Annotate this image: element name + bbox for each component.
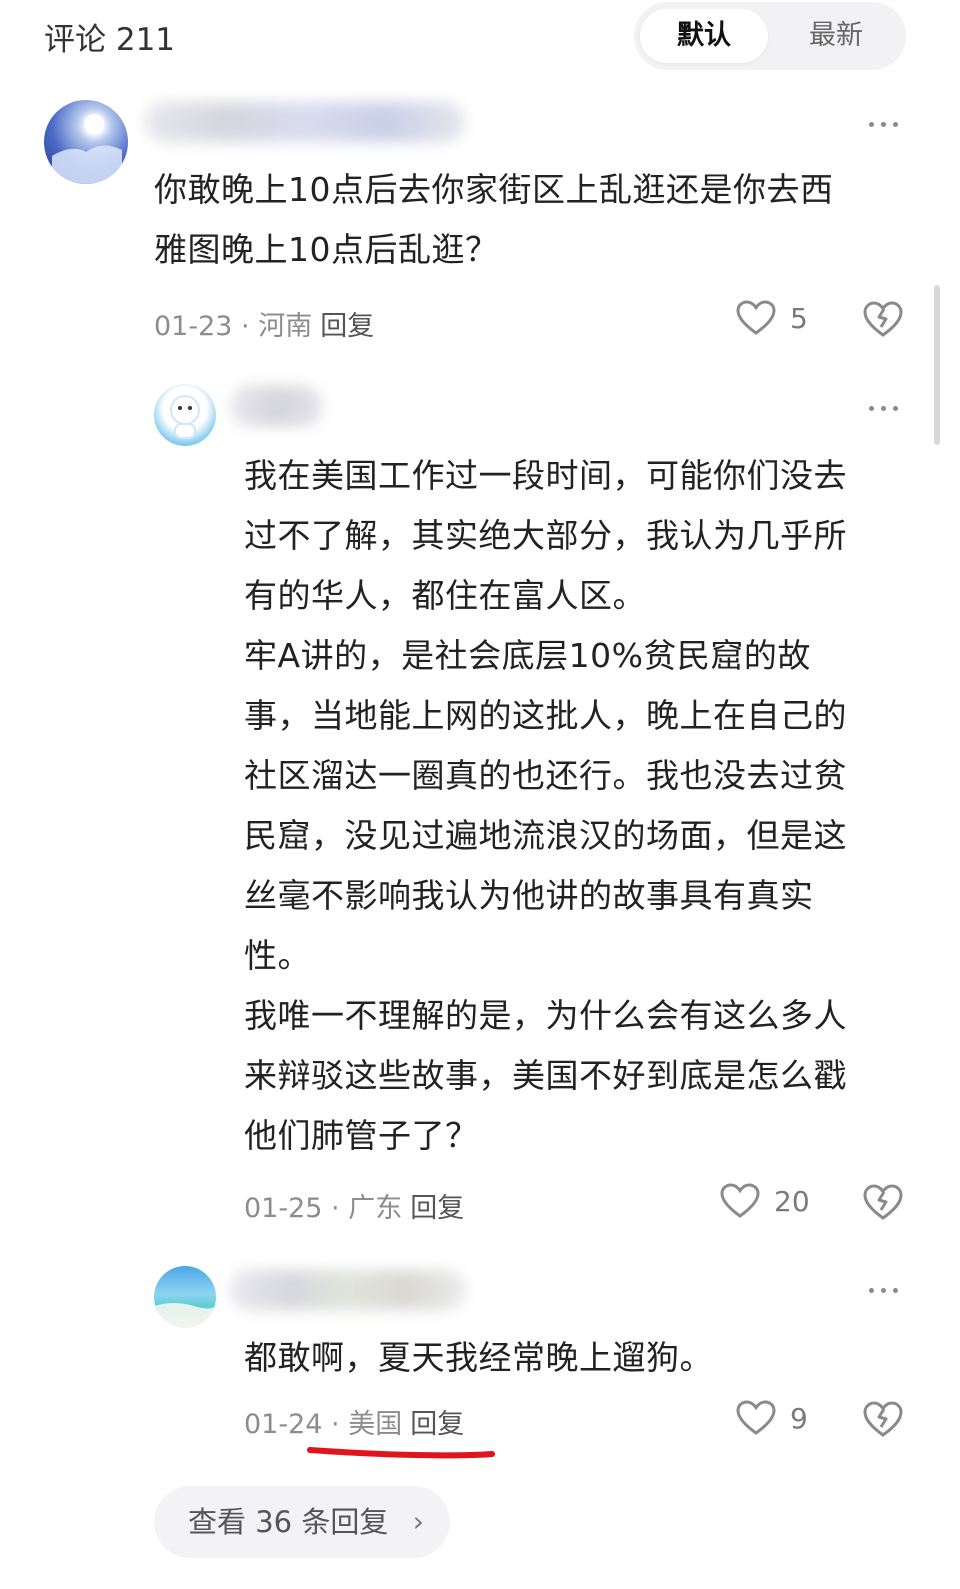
comment-text-line: 雅图晚上10点后乱逛？ [154, 230, 499, 269]
comment-date: 01-25 [244, 1193, 323, 1224]
reply-button[interactable]: 回复 [320, 311, 374, 342]
sort-default-tab[interactable]: 默认 [640, 9, 768, 63]
comment-meta: 01-25 · 广东 回复 [244, 1193, 465, 1224]
more-icon[interactable] [864, 114, 904, 134]
comment-meta: 01-23 · 河南 回复 [154, 311, 375, 342]
comment-text-line: 他们肺管子了？ [244, 1116, 479, 1155]
avatar[interactable] [44, 100, 128, 184]
more-icon[interactable] [864, 398, 904, 418]
comment-text-line: 事，当地能上网的这批人，晚上在自己的 [244, 696, 847, 735]
comment-date: 01-23 [154, 311, 233, 342]
comment-date: 01-24 [244, 1409, 323, 1440]
view-more-replies-button[interactable]: 查看 36 条回复 › [154, 1486, 450, 1558]
comment-text-line: 都敢啊，夏天我经常晚上遛狗。 [244, 1338, 713, 1377]
comment-text-line: 你敢晚上10点后去你家街区上乱逛还是你去西 [154, 170, 834, 209]
comment-text-line: 我在美国工作过一段时间，可能你们没去 [244, 456, 847, 495]
chevron-right-icon: › [412, 1505, 424, 1538]
comment-text-line: 牢A讲的，是社会底层10%贫民窟的故 [244, 636, 811, 675]
broken-heart-icon[interactable] [862, 1182, 904, 1222]
comment-text-line: 民窟，没见过遍地流浪汉的场面，但是这 [244, 816, 847, 855]
like-count: 5 [790, 301, 808, 335]
sort-latest-tab[interactable]: 最新 [772, 9, 900, 63]
avatar-image [52, 114, 122, 184]
like-button[interactable]: 5 [736, 300, 808, 336]
comment-location: 河南 [258, 311, 313, 342]
heart-icon [736, 300, 776, 335]
like-count: 20 [774, 1184, 810, 1218]
comments-header: 评论 211 默认 最新 [0, 0, 960, 80]
comment-text-line: 性。 [244, 936, 311, 975]
like-button[interactable]: 9 [736, 1400, 808, 1436]
username-blurred [230, 1270, 466, 1310]
view-replies-label: 查看 36 条回复 [188, 1505, 389, 1539]
heart-icon [736, 1400, 776, 1435]
comment-text-line: 社区溜达一圈真的也还行。我也没去过贫 [244, 756, 847, 795]
avatar-image [170, 395, 200, 439]
comment-text-line: 我唯一不理解的是，为什么会有这么多人 [244, 996, 847, 1035]
like-button[interactable]: 20 [720, 1183, 810, 1219]
broken-heart-icon[interactable] [862, 1399, 904, 1439]
username-blurred [145, 102, 465, 142]
heart-icon [720, 1183, 760, 1218]
comment-location: 广东 [348, 1193, 403, 1224]
comment-location: 美国 [348, 1409, 403, 1440]
comment-text-line: 过不了解，其实绝大部分，我认为几乎所 [244, 516, 847, 555]
avatar[interactable] [154, 1266, 216, 1328]
red-underline-annotation [307, 1447, 495, 1459]
comment-count: 评论 211 [44, 22, 176, 58]
comment-text-line: 丝毫不影响我认为他讲的故事具有真实 [244, 876, 814, 915]
reply-button[interactable]: 回复 [410, 1409, 464, 1440]
more-icon[interactable] [864, 1280, 904, 1300]
avatar-image [154, 1303, 216, 1328]
broken-heart-icon[interactable] [862, 299, 904, 339]
sort-toggle: 默认 最新 [634, 2, 906, 70]
comment-text-line: 有的华人，都住在富人区。 [244, 576, 646, 615]
username-blurred [230, 386, 322, 426]
avatar[interactable] [154, 384, 216, 446]
scrollbar[interactable] [934, 285, 940, 445]
comment-meta: 01-24 · 美国 回复 [244, 1409, 465, 1440]
reply-button[interactable]: 回复 [410, 1193, 464, 1224]
comment-text-line: 来辩驳这些故事，美国不好到底是怎么戳 [244, 1056, 847, 1095]
like-count: 9 [790, 1401, 808, 1435]
